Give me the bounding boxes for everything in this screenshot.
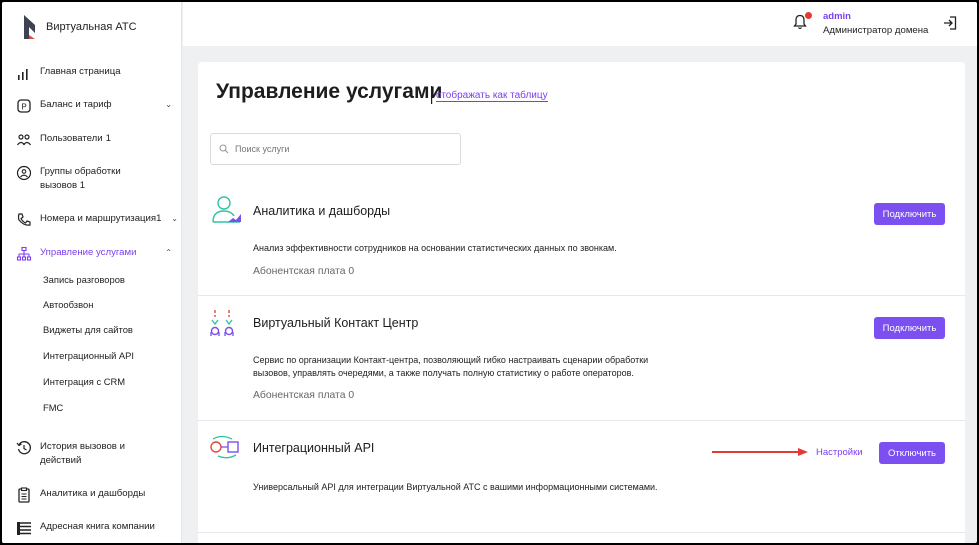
sidebar-item-users[interactable]: Пользователи 1	[16, 132, 176, 148]
sidebar-item-label: Группы обработки	[40, 166, 121, 177]
phone-routing-icon	[17, 213, 31, 226]
service-fee: Абонентская плата 0	[253, 266, 355, 277]
service-description: Универсальный API для интеграции Виртуал…	[253, 482, 658, 492]
sidebar-item-label: Аналитика и дашборды	[40, 488, 146, 499]
sidebar-subitem-call-recording[interactable]: Запись разговоров	[43, 274, 125, 285]
sidebar-item-label: Главная страница	[40, 66, 121, 77]
chevron-down-icon[interactable]: ⌄	[171, 212, 178, 226]
service-description-line: вызовов, управлять очередями, а также по…	[253, 368, 634, 378]
sidebar-subitem-widgets[interactable]: Виджеты для сайтов	[43, 324, 133, 335]
notification-badge	[805, 12, 812, 19]
service-title: Виртуальный Контакт Центр	[253, 316, 419, 330]
integration-api-service-icon	[210, 435, 239, 459]
balance-icon: P	[17, 99, 31, 113]
bar-chart-icon	[18, 69, 28, 80]
sidebar-subitem-crm-integration[interactable]: Интеграция с CRM	[43, 376, 125, 387]
app-window: Виртуальная АТС Главная страница P Балан…	[2, 2, 977, 543]
logout-icon[interactable]	[943, 16, 957, 30]
sidebar-item-home[interactable]: Главная страница	[16, 65, 176, 81]
sidebar-item-label-line2: действий	[40, 455, 82, 466]
app-logo[interactable]: Виртуальная АТС	[22, 12, 137, 42]
chevron-down-icon[interactable]: ⌄	[165, 98, 172, 112]
sidebar-item-label: Адресная книга компании	[40, 521, 155, 532]
services-icon	[16, 246, 32, 261]
service-item-contact-center: Виртуальный Контакт Центр Подключить Сер…	[198, 296, 965, 421]
service-item-analytics: Аналитика и дашборды Подключить Анализ э…	[198, 184, 965, 296]
sidebar-item-services[interactable]: Управление услугами ⌃	[16, 246, 176, 262]
sidebar-subitem-fmc[interactable]: FMC	[43, 402, 63, 413]
sidebar-item-label-line2: вызовов	[40, 180, 78, 191]
sidebar-item-history[interactable]: История вызовов и действий	[16, 440, 176, 468]
sidebar-item-call-groups[interactable]: Группы обработки вызовов 1	[16, 165, 176, 193]
history-icon	[16, 441, 31, 455]
app-title: Виртуальная АТС	[46, 21, 137, 33]
view-as-table-link[interactable]: отображать как таблицу	[436, 90, 548, 102]
sidebar-subitem-integration-api[interactable]: Интеграционный API	[43, 350, 134, 361]
call-group-icon	[16, 165, 32, 181]
address-book-icon	[17, 522, 31, 535]
top-header: admin Администратор домена	[183, 2, 977, 46]
user-role: Администратор домена	[823, 25, 929, 36]
sidebar-item-label: Пользователи	[40, 133, 103, 144]
annotation-arrow	[712, 448, 808, 456]
sidebar-item-analytics[interactable]: Аналитика и дашборды	[16, 487, 176, 503]
connect-button[interactable]: Подключить	[874, 203, 945, 225]
contact-center-service-icon	[210, 310, 234, 336]
service-fee: Абонентская плата 0	[253, 390, 355, 401]
analytics-service-icon	[212, 196, 241, 223]
user-name[interactable]: admin	[823, 11, 851, 22]
sidebar-item-label: Баланс и тариф	[40, 99, 112, 110]
services-card: Управление услугами отображать как табли…	[198, 62, 965, 543]
connect-button[interactable]: Подключить	[874, 317, 945, 339]
settings-link[interactable]: Настройки	[816, 447, 863, 458]
service-title: Аналитика и дашборды	[253, 204, 391, 218]
sidebar-item-address-book[interactable]: Адресная книга компании	[16, 520, 176, 536]
analytics-icon	[18, 487, 30, 503]
disconnect-button[interactable]: Отключить	[879, 442, 945, 464]
logo-icon	[24, 15, 35, 39]
svg-text:P: P	[21, 103, 26, 112]
sidebar-item-numbers-routing[interactable]: Номера и маршрутизация 1 ⌄	[16, 212, 178, 228]
search-input[interactable]	[235, 144, 455, 154]
sidebar-item-count: 1	[79, 180, 86, 191]
users-icon	[17, 134, 31, 146]
sidebar-item-count: 1	[156, 213, 162, 224]
service-title: Интеграционный API	[253, 441, 375, 455]
page-title: Управление услугами	[216, 80, 443, 103]
service-description-line: Сервис по организации Контакт-центра, по…	[253, 355, 649, 365]
sidebar-item-label: История вызовов и	[40, 441, 125, 452]
search-icon	[219, 144, 229, 154]
sidebar-subitem-autodial[interactable]: Автообзвон	[43, 299, 93, 310]
sidebar-item-label: Номера и маршрутизация	[40, 213, 157, 224]
service-item-integration-api: Интеграционный API Настройки Отключить У…	[198, 421, 965, 533]
title-divider	[431, 86, 433, 104]
service-description: Анализ эффективности сотрудников на осно…	[253, 243, 617, 253]
service-description: Сервис по организации Контакт-центра, по…	[253, 354, 693, 380]
sidebar-item-label: Управление услугами	[40, 247, 137, 258]
search-box[interactable]	[210, 133, 461, 165]
sidebar-item-balance[interactable]: P Баланс и тариф ⌄	[16, 98, 176, 114]
sidebar: Виртуальная АТС Главная страница P Балан…	[2, 2, 182, 543]
sidebar-item-count: 1	[105, 133, 111, 144]
chevron-up-icon[interactable]: ⌃	[165, 246, 172, 260]
